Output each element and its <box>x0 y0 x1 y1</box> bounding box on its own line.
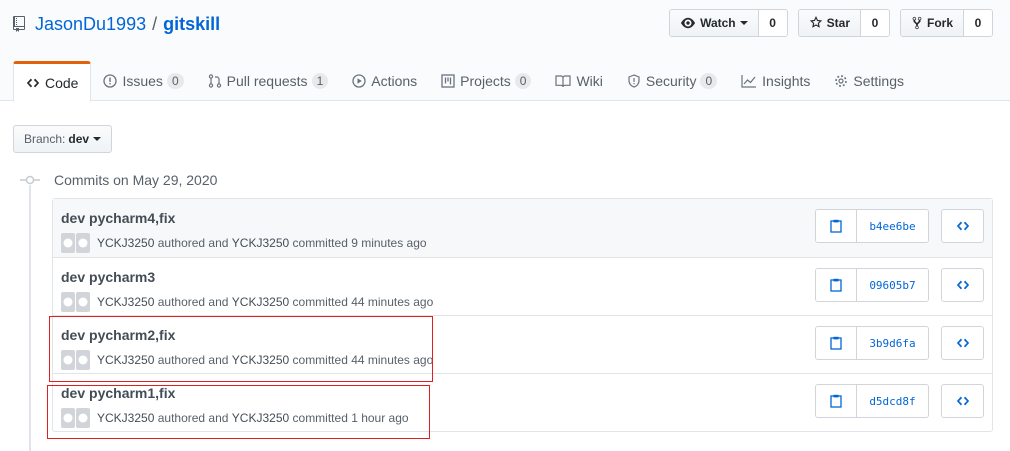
commit-sha-link[interactable]: 3b9d6fa <box>857 327 928 359</box>
commit-sha-group: 3b9d6fa <box>815 326 929 360</box>
eye-icon <box>681 17 696 29</box>
avatar[interactable] <box>61 292 91 312</box>
commit-group-title: Commits on May 29, 2020 <box>20 170 217 190</box>
fork-label: Fork <box>926 16 953 30</box>
tab-insights[interactable]: Insights <box>729 61 822 101</box>
code-icon <box>956 338 969 348</box>
repo-icon <box>13 16 25 32</box>
commit-meta: YCKJ3250 authored and YCKJ3250 committed… <box>61 233 427 253</box>
play-icon <box>352 74 366 88</box>
github-mark-icon <box>61 233 75 253</box>
watch-count[interactable]: 0 <box>758 10 787 36</box>
commit-sha-group: b4ee6be <box>815 209 929 243</box>
star-count[interactable]: 0 <box>860 10 889 36</box>
repo-name-link[interactable]: gitskill <box>163 14 220 35</box>
watch-button[interactable]: Watch <box>670 10 759 36</box>
github-mark-icon <box>76 233 90 253</box>
annotation-highlight-box <box>49 316 433 382</box>
repo-owner-link[interactable]: JasonDu1993 <box>35 14 146 35</box>
authored-text: authored and <box>157 236 229 250</box>
code-icon <box>956 396 969 406</box>
watch-button-group: Watch 0 <box>669 9 788 37</box>
graph-icon <box>741 75 757 88</box>
clipboard-icon <box>830 219 842 233</box>
clipboard-icon <box>830 336 842 350</box>
star-label: Star <box>826 16 850 30</box>
commit-row: dev pycharm4,fix YCKJ3250 authored and Y… <box>53 199 992 257</box>
project-icon <box>441 74 455 88</box>
branch-label: Branch: <box>24 132 66 146</box>
star-button[interactable]: Star <box>798 10 861 36</box>
commit-committer-link[interactable]: YCKJ3250 <box>232 236 289 250</box>
copy-sha-button[interactable] <box>816 210 857 242</box>
commit-sha-link[interactable]: 09605b7 <box>857 269 928 301</box>
chevron-down-icon <box>93 137 102 141</box>
code-icon <box>956 221 969 231</box>
timeline-line <box>29 185 31 451</box>
commit-author-link[interactable]: YCKJ3250 <box>97 236 154 250</box>
pull-request-icon <box>208 74 221 88</box>
code-icon <box>26 78 40 87</box>
commit-author-link[interactable]: YCKJ3250 <box>97 295 154 309</box>
issue-icon <box>103 74 118 88</box>
shield-icon <box>628 74 640 88</box>
star-button-group: Star 0 <box>797 9 890 37</box>
branch-select-button[interactable]: Branch: dev <box>13 125 113 153</box>
fork-count[interactable]: 0 <box>964 10 992 36</box>
tab-code[interactable]: Code <box>13 61 92 102</box>
copy-sha-button[interactable] <box>816 269 857 301</box>
commit-committer-link[interactable]: YCKJ3250 <box>232 295 289 309</box>
committed-text: committed 44 minutes ago <box>292 295 434 309</box>
fork-button-group: Fork 0 <box>899 9 993 37</box>
repo-header: JasonDu1993 / gitskill Watch 0 Star 0 Fo… <box>0 0 1010 102</box>
code-icon <box>956 280 969 290</box>
github-mark-icon <box>76 292 90 312</box>
security-counter: 0 <box>700 73 718 89</box>
star-icon <box>809 16 822 28</box>
tab-pull-requests[interactable]: Pull requests 1 <box>196 61 341 101</box>
repo-separator: / <box>152 13 158 34</box>
projects-counter: 0 <box>514 73 532 89</box>
clipboard-icon <box>830 394 842 408</box>
browse-repo-button[interactable] <box>941 384 984 418</box>
pull-requests-counter: 1 <box>311 73 329 89</box>
gear-icon <box>835 75 848 87</box>
committed-text: committed 9 minutes ago <box>292 236 427 250</box>
repo-actions: Watch 0 Star 0 Fork 0 <box>669 9 993 37</box>
book-icon <box>555 75 572 88</box>
commit-message-link[interactable]: dev pycharm3 <box>61 269 155 285</box>
fork-icon <box>912 16 922 30</box>
browse-repo-button[interactable] <box>941 326 984 360</box>
tab-security[interactable]: Security 0 <box>615 61 729 101</box>
avatar[interactable] <box>61 233 91 253</box>
fork-button[interactable]: Fork <box>900 10 964 36</box>
watch-label: Watch <box>700 16 736 30</box>
clipboard-icon <box>830 278 842 292</box>
commit-row: dev pycharm3 YCKJ3250 authored and YCKJ3… <box>53 257 992 315</box>
branch-value: dev <box>68 132 90 146</box>
copy-sha-button[interactable] <box>816 327 857 359</box>
commit-node-icon <box>20 175 40 185</box>
repo-nav-tabs: Code Issues 0 Pull requests 1 Actions Pr… <box>13 61 916 102</box>
tab-projects[interactable]: Projects 0 <box>429 61 543 101</box>
github-mark-icon <box>61 292 75 312</box>
browse-repo-button[interactable] <box>941 209 984 243</box>
commit-sha-link[interactable]: b4ee6be <box>857 210 928 242</box>
chevron-down-icon <box>739 21 748 25</box>
copy-sha-button[interactable] <box>816 385 857 417</box>
authored-text: authored and <box>157 295 229 309</box>
browse-repo-button[interactable] <box>941 268 984 302</box>
commit-sha-link[interactable]: d5dcd8f <box>857 385 928 417</box>
tab-issues[interactable]: Issues 0 <box>91 61 195 101</box>
commit-sha-group: 09605b7 <box>815 268 929 302</box>
tab-actions[interactable]: Actions <box>340 61 429 101</box>
tab-settings[interactable]: Settings <box>822 61 916 101</box>
commit-meta: YCKJ3250 authored and YCKJ3250 committed… <box>61 292 433 312</box>
repo-title: JasonDu1993 / gitskill <box>13 12 220 36</box>
issues-counter: 0 <box>166 73 184 89</box>
commit-message-link[interactable]: dev pycharm4,fix <box>61 210 175 226</box>
tab-wiki[interactable]: Wiki <box>543 61 614 101</box>
annotation-highlight-box <box>47 385 430 439</box>
commit-sha-group: d5dcd8f <box>815 384 929 418</box>
